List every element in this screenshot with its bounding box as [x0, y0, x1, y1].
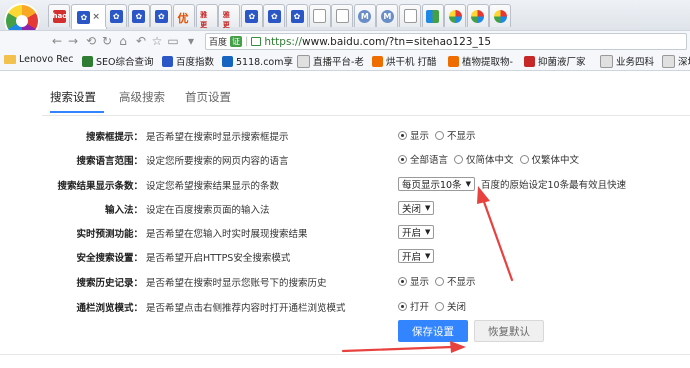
annotation-arrows: [341, 186, 514, 353]
arrow-to-save-button: [341, 341, 466, 353]
arrow-to-result-count: [477, 186, 514, 282]
